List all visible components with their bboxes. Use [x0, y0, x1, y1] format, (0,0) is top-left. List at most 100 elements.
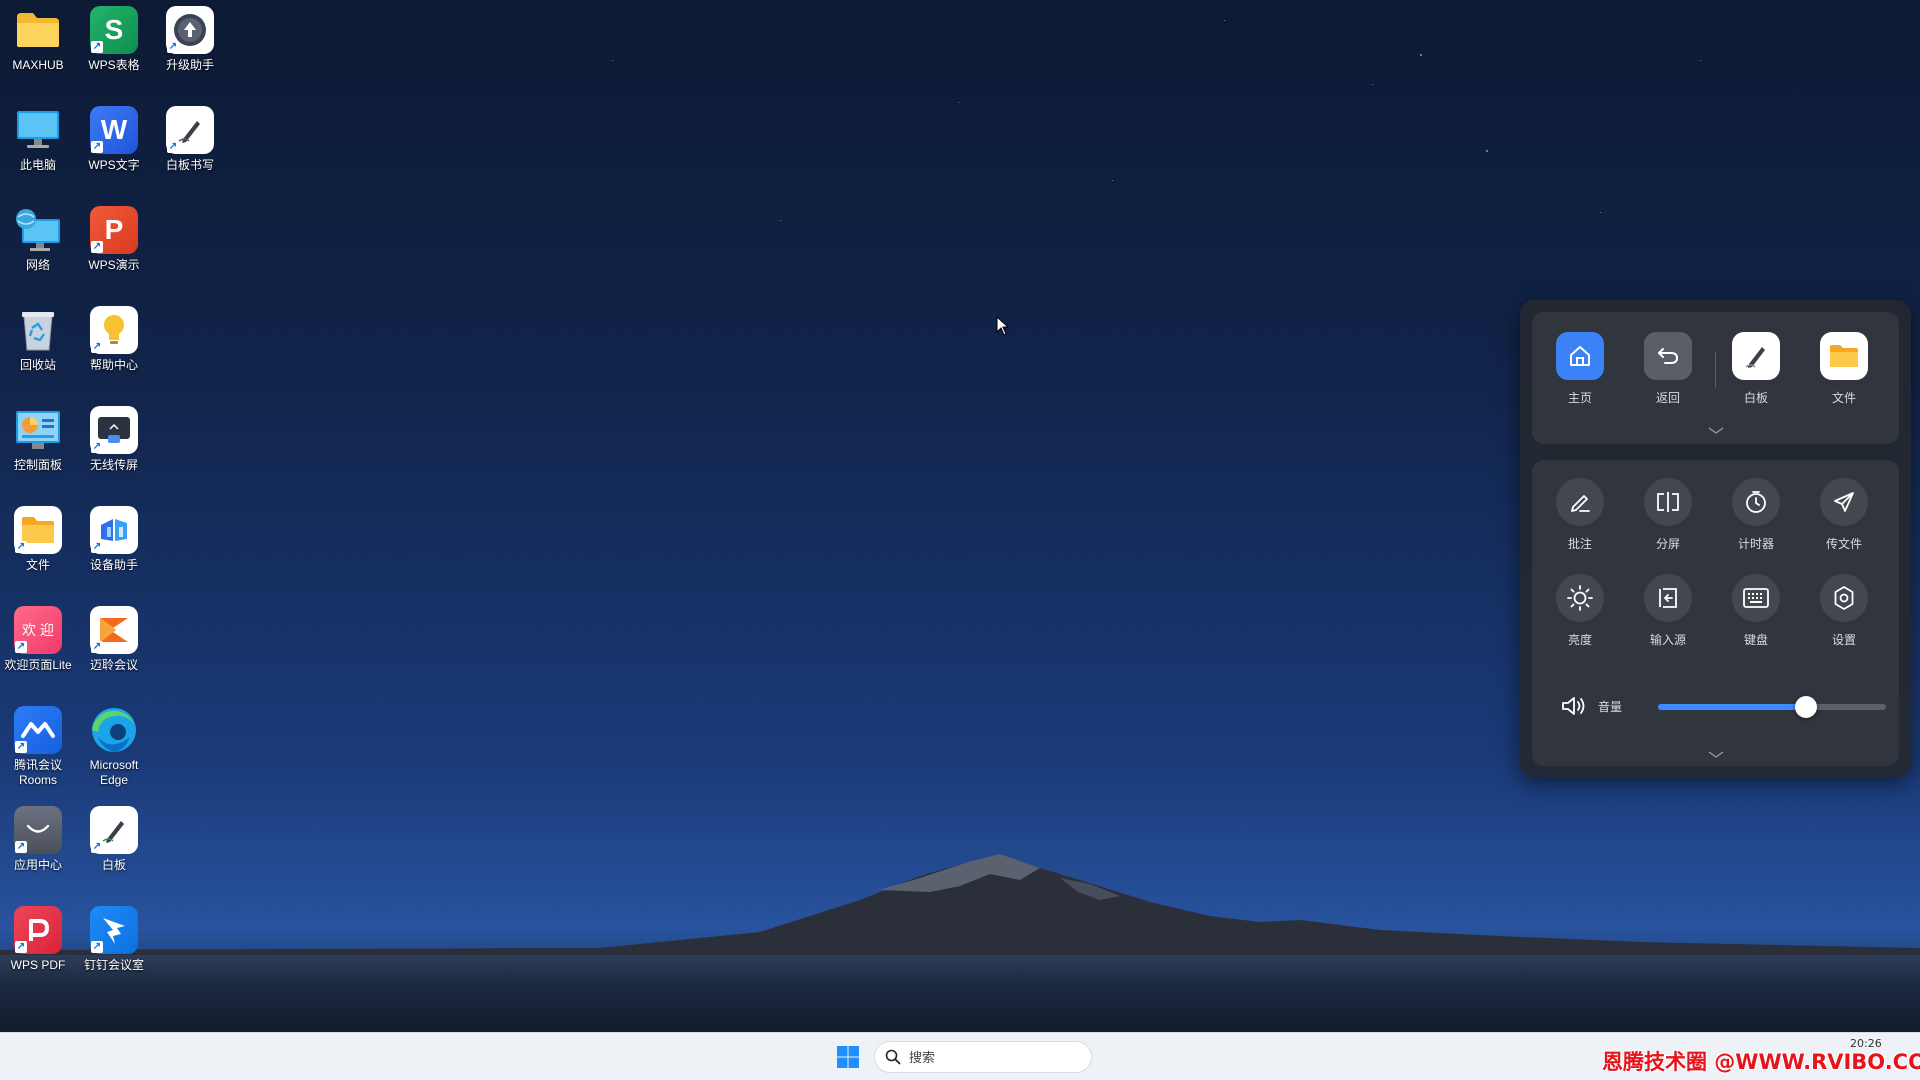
desktop-icon-app-center[interactable]: ↗ 应用中心 [0, 806, 76, 873]
desktop-icon-label: 网络 [25, 258, 50, 272]
desktop-icon-mailing-meeting[interactable]: ↗ 迈聆会议 [76, 606, 152, 673]
settings-button[interactable]: 设置 [1814, 574, 1874, 648]
panel-top-section: 主页 返回 白板 文件 [1532, 312, 1899, 444]
desktop-icon-wps-presentation[interactable]: P ↗ WPS演示 [76, 206, 152, 273]
volume-slider[interactable] [1658, 696, 1886, 718]
brightness-button[interactable]: 亮度 [1550, 574, 1610, 648]
desktop-icon-wireless-cast[interactable]: ↗ 无线传屏 [76, 406, 152, 473]
desktop-icon-files[interactable]: ↗ 文件 [0, 506, 76, 573]
wps-pdf-icon: ↗ [14, 906, 62, 954]
volume-label: 音量 [1598, 700, 1623, 714]
windows-start-icon[interactable] [836, 1045, 860, 1069]
app-center-icon: ↗ [14, 806, 62, 854]
send-icon [1820, 478, 1868, 526]
desktop-icon-upgrade-assistant[interactable]: ↗ 升级助手 [152, 6, 228, 73]
desktop-icon-label: 无线传屏 [89, 458, 138, 472]
folder-icon [14, 6, 62, 54]
desktop-icon-help-center[interactable]: ↗ 帮助中心 [76, 306, 152, 373]
shortcut-arrow-icon: ↗ [15, 741, 27, 753]
shortcut-arrow-icon: ↗ [91, 241, 103, 253]
desktop-icon-whiteboard[interactable]: ↗ 白板 [76, 806, 152, 873]
desktop-icon-label: MAXHUB [12, 58, 64, 72]
desktop-icon-label: 欢迎页面Lite [4, 658, 72, 672]
desktop-icon-tencent-rooms[interactable]: ↗ 腾讯会议Rooms [0, 706, 76, 788]
desktop-icon-wps-pdf[interactable]: ↗ WPS PDF [0, 906, 76, 973]
desktop-icon-label: 帮助中心 [89, 358, 138, 372]
whiteboard-pen-icon: ↗ [90, 806, 138, 854]
shortcut-arrow-icon: ↗ [91, 841, 103, 853]
desktop-icon-network[interactable]: 网络 [0, 206, 76, 273]
keyboard-button[interactable]: 键盘 [1726, 574, 1786, 648]
lightbulb-icon: ↗ [90, 306, 138, 354]
mountain-silhouette [0, 854, 1920, 960]
folder-icon [1820, 332, 1868, 380]
shortcut-arrow-icon: ↗ [15, 641, 27, 653]
send-file-button[interactable]: 传文件 [1814, 478, 1874, 552]
desktop-icon-label: 升级助手 [165, 58, 214, 72]
whiteboard-writing-icon: ↗ [166, 106, 214, 154]
timer-button[interactable]: 计时器 [1726, 478, 1786, 552]
desktop-icon-wps-writer[interactable]: W ↗ WPS文字 [76, 106, 152, 173]
desktop-icon-this-pc[interactable]: 此电脑 [0, 106, 76, 173]
desktop-icon-label: 设备助手 [89, 558, 138, 572]
split-screen-icon [1644, 478, 1692, 526]
desktop-icon-maxhub[interactable]: MAXHUB [0, 6, 76, 73]
speaker-icon[interactable] [1560, 694, 1590, 718]
control-panel-icon [14, 406, 62, 454]
tencent-meeting-icon: ↗ [14, 706, 62, 754]
desktop-icon-label: 回收站 [19, 358, 56, 372]
welcome-page-icon: 欢 迎 ↗ [14, 606, 62, 654]
shortcut-arrow-icon: ↗ [15, 841, 27, 853]
volume-slider-knob[interactable] [1795, 696, 1818, 718]
desktop-icon-dingtalk-room[interactable]: ↗ 钉钉会议室 [76, 906, 152, 973]
desktop-icon-wps-spreadsheet[interactable]: S ↗ WPS表格 [76, 6, 152, 73]
panel-tools-section: 批注 分屏 计时器 传文件 亮度 输入源 键盘 设置 音量 [1532, 460, 1899, 766]
shortcut-arrow-icon: ↗ [91, 641, 103, 653]
whiteboard-button[interactable]: 白板 [1726, 332, 1786, 406]
monitor-icon [14, 106, 62, 154]
files-button[interactable]: 文件 [1814, 332, 1874, 406]
desktop-icon-welcome-lite[interactable]: 欢 迎 ↗ 欢迎页面Lite [0, 606, 76, 673]
taskbar-search-box[interactable] [874, 1041, 1092, 1073]
shortcut-arrow-icon: ↗ [15, 941, 27, 953]
desktop-icon-edge[interactable]: Microsoft Edge [76, 706, 152, 788]
desktop-icon-whiteboard-writing[interactable]: ↗ 白板书写 [152, 106, 228, 173]
desktop-icon-label: WPS文字 [88, 158, 140, 172]
network-globe-icon [14, 206, 62, 254]
recycle-bin-icon [14, 306, 62, 354]
desktop-icon-label: 控制面板 [13, 458, 62, 472]
file-manager-icon: ↗ [14, 506, 62, 554]
split-screen-button[interactable]: 分屏 [1638, 478, 1698, 552]
home-button[interactable]: 主页 [1550, 332, 1610, 406]
desktop-icon-label: 应用中心 [13, 858, 62, 872]
shortcut-arrow-icon: ↗ [167, 141, 179, 153]
shortcut-arrow-icon: ↗ [91, 941, 103, 953]
desktop-icon-recycle-bin[interactable]: 回收站 [0, 306, 76, 373]
keyboard-icon [1732, 574, 1780, 622]
timer-icon [1732, 478, 1780, 526]
wps-spreadsheet-icon: S ↗ [90, 6, 138, 54]
desktop-icon-device-assistant[interactable]: ↗ 设备助手 [76, 506, 152, 573]
desktop-icon-label: WPS PDF [10, 958, 66, 972]
watermark-text: 恩腾技术圈 @WWW.RVIBO.COM [1602, 1050, 1920, 1074]
input-source-button[interactable]: 输入源 [1638, 574, 1698, 648]
shortcut-arrow-icon: ↗ [91, 41, 103, 53]
annotate-button[interactable]: 批注 [1550, 478, 1610, 552]
back-icon [1644, 332, 1692, 380]
mouse-cursor-icon [996, 316, 1010, 336]
desktop-icon-label: WPS演示 [88, 258, 140, 272]
shortcut-arrow-icon: ↗ [15, 541, 27, 553]
chevron-down-icon[interactable] [1707, 750, 1725, 760]
chevron-down-icon[interactable] [1707, 426, 1725, 436]
wps-presentation-icon: P ↗ [90, 206, 138, 254]
desktop-icon-label: 白板书写 [165, 158, 214, 172]
desktop-icon-label: 钉钉会议室 [83, 958, 144, 972]
quick-control-panel: 主页 返回 白板 文件 批注 分屏 计时器 传文件 亮度 输入源 键盘 设置 音… [1520, 300, 1911, 778]
desktop-icon-control-panel[interactable]: 控制面板 [0, 406, 76, 473]
shortcut-arrow-icon: ↗ [91, 541, 103, 553]
back-button[interactable]: 返回 [1638, 332, 1698, 406]
desktop-icon-label: Microsoft Edge [89, 758, 139, 787]
wps-writer-icon: W ↗ [90, 106, 138, 154]
search-input[interactable] [909, 1049, 1079, 1065]
upgrade-icon: ↗ [166, 6, 214, 54]
